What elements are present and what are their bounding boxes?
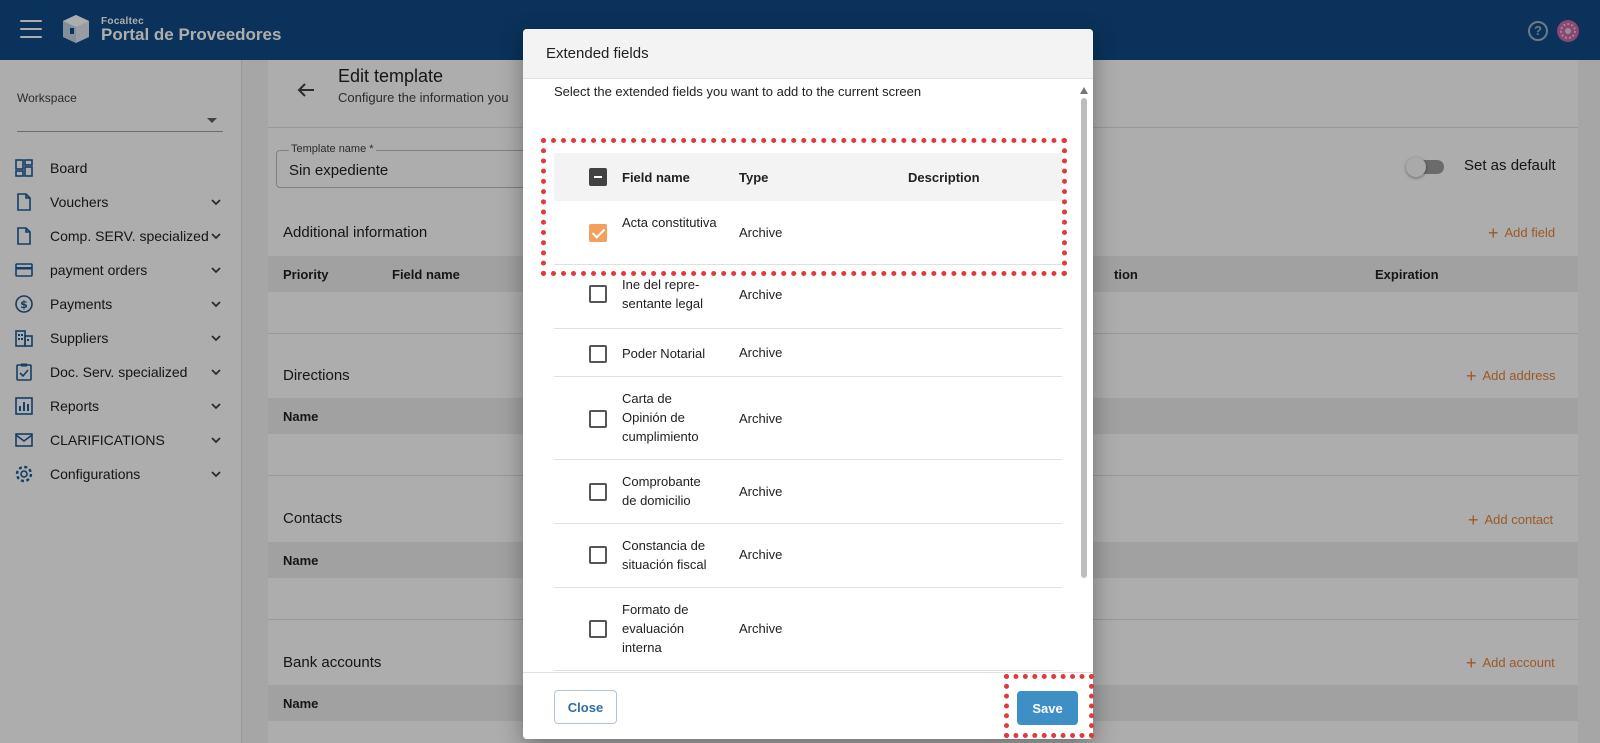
- field-type: Archive: [739, 411, 783, 426]
- table-row[interactable]: Carta de Opinión de cumplimiento Archive: [554, 377, 1062, 460]
- dialog-footer: Close Save: [523, 672, 1093, 739]
- field-type: Archive: [739, 547, 783, 562]
- dialog-intro: Select the extended fields you want to a…: [554, 84, 922, 99]
- field-name: Carta de Opinión de cumplimiento: [622, 391, 699, 444]
- extended-fields-dialog: Extended fields Select the extended fiel…: [523, 29, 1093, 739]
- fields-table-header: Field name Type Description: [554, 153, 1062, 201]
- field-type: Archive: [739, 225, 783, 240]
- field-name: Poder Notarial: [622, 346, 706, 361]
- row-checkbox[interactable]: [589, 483, 607, 501]
- column-header-field-name: Field name: [622, 170, 690, 185]
- dialog-scrollbar[interactable]: [1079, 82, 1089, 699]
- field-type: Archive: [739, 287, 783, 302]
- table-row[interactable]: Formato de evaluación interna Archive: [554, 588, 1062, 671]
- row-checkbox[interactable]: [589, 224, 607, 242]
- table-row[interactable]: Constancia de situación fiscal Archive: [554, 524, 1062, 588]
- row-checkbox[interactable]: [589, 620, 607, 638]
- row-checkbox[interactable]: [589, 345, 607, 363]
- table-row[interactable]: Ine del repre- sentante legal Archive: [554, 265, 1062, 329]
- field-type: Archive: [739, 621, 783, 636]
- dialog-title: Extended fields: [546, 45, 649, 62]
- field-name: Comprobante de domicilio: [622, 474, 701, 508]
- dialog-header: Extended fields: [523, 29, 1093, 79]
- table-row[interactable]: Comprobante de domicilio Archive: [554, 460, 1062, 524]
- row-checkbox[interactable]: [589, 410, 607, 428]
- table-row[interactable]: Acta constitutiva Archive: [554, 201, 1062, 265]
- field-name: Acta constitutiva: [622, 215, 717, 230]
- field-type: Archive: [739, 484, 783, 499]
- column-header-type: Type: [739, 170, 769, 185]
- save-button[interactable]: Save: [1017, 691, 1078, 725]
- field-name: Formato de evaluación interna: [622, 602, 689, 655]
- select-all-checkbox[interactable]: [589, 168, 607, 186]
- column-header-description: Description: [908, 170, 980, 185]
- scroll-up-icon[interactable]: [1080, 87, 1088, 94]
- field-name: Constancia de situación fiscal: [622, 538, 707, 572]
- row-checkbox[interactable]: [589, 285, 607, 303]
- scroll-thumb[interactable]: [1081, 98, 1087, 578]
- close-button[interactable]: Close: [554, 690, 617, 724]
- table-row[interactable]: Poder Notarial Archive: [554, 329, 1062, 377]
- field-name: Ine del repre- sentante legal: [622, 277, 703, 311]
- field-type: Archive: [739, 345, 783, 360]
- row-checkbox[interactable]: [589, 546, 607, 564]
